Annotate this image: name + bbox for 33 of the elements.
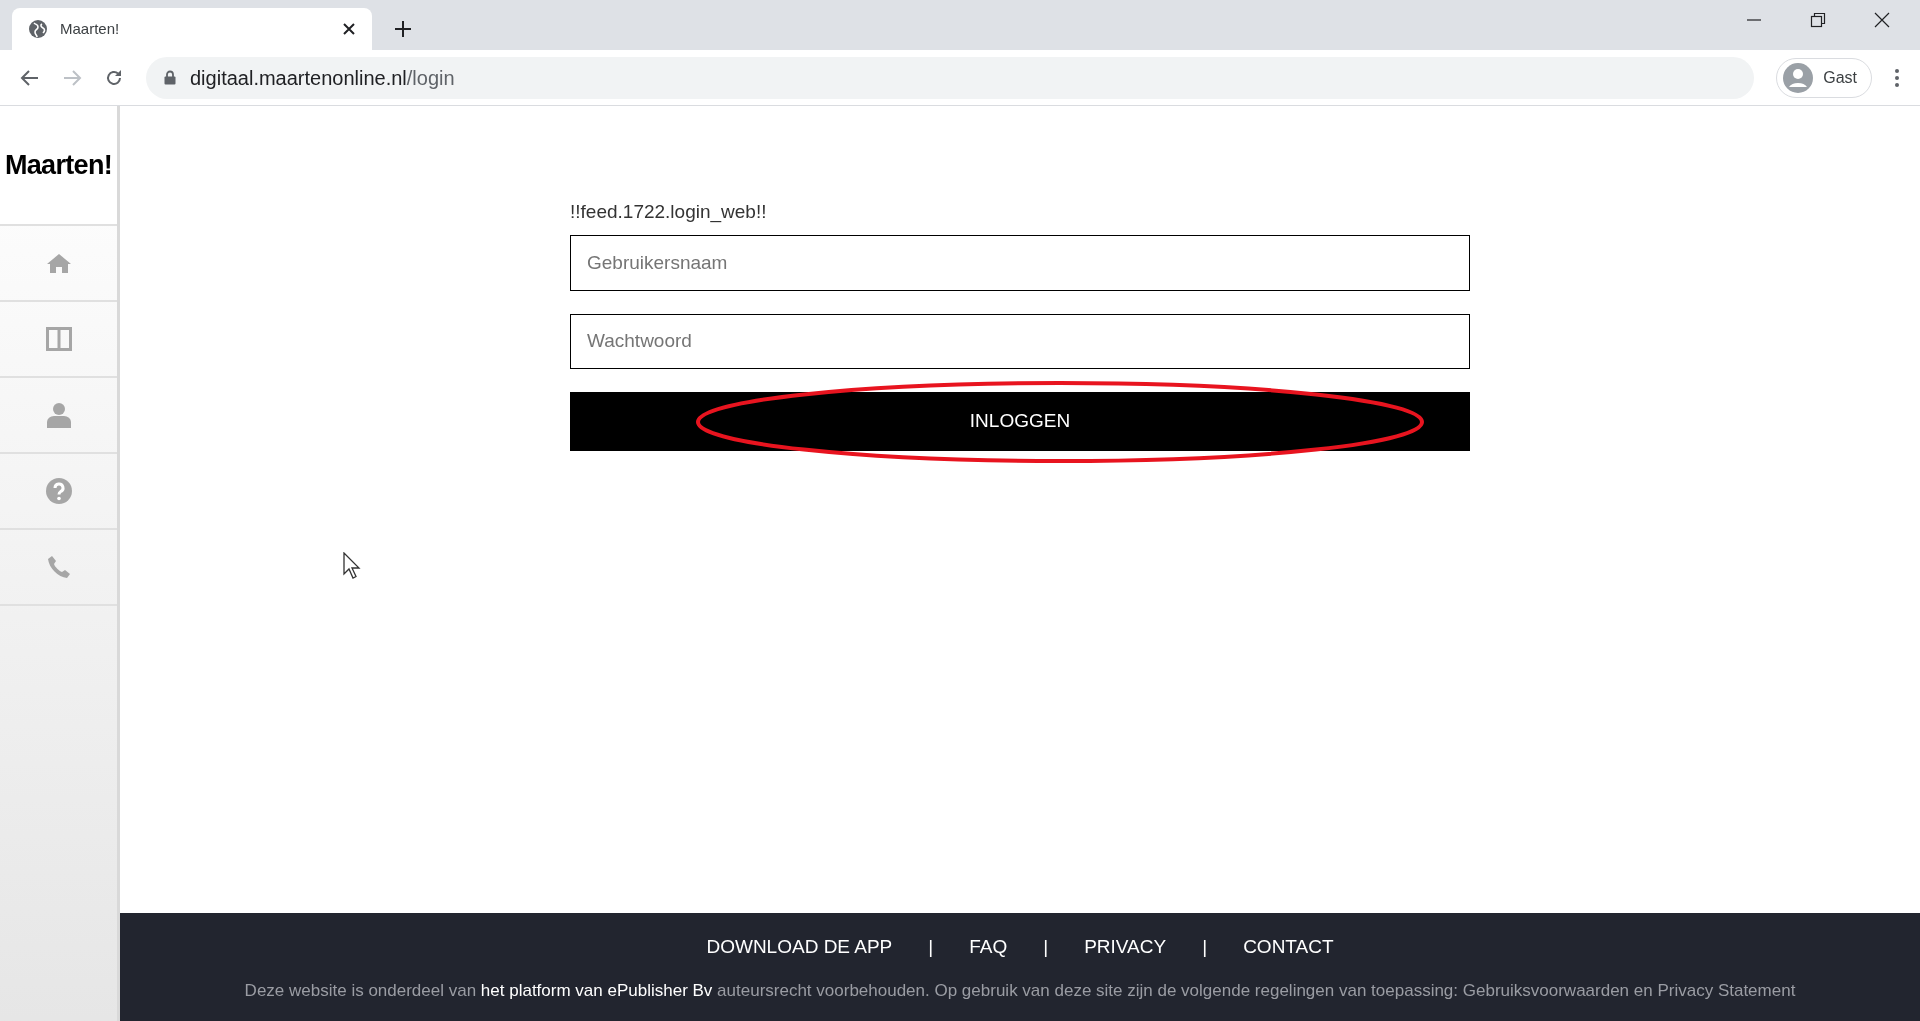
form-heading: !!feed.1722.login_web!!	[570, 200, 768, 225]
password-field[interactable]: Wachtwoord	[570, 313, 1470, 369]
new-tab-icon[interactable]	[394, 20, 412, 38]
home-icon	[45, 252, 72, 274]
link-separator: |	[1202, 935, 1208, 959]
phone-icon	[46, 555, 71, 579]
avatar-icon	[1783, 62, 1814, 93]
lock-icon	[164, 70, 176, 85]
url-text: digitaal.maartenonline.nl/login	[190, 65, 455, 91]
tab-title: Maarten!	[60, 18, 121, 39]
link-separator: |	[1043, 935, 1049, 959]
platform-link[interactable]: het platform van ePublisher Bv	[480, 980, 713, 1000]
user-icon	[46, 402, 71, 428]
menu-icon[interactable]	[1894, 67, 1900, 88]
close-icon[interactable]	[342, 22, 356, 36]
link-separator: |	[928, 935, 934, 959]
mouse-cursor-icon	[343, 552, 363, 580]
copyright-notice: Deze website is onderdeel van het platform van ePublisher Bv auteursrecht voorbehouden. Op gebruik van deze site zijn de volgende regelingen van toepassing: Gebruiksvoorwaarden en Privacy Statement	[244, 979, 1796, 1002]
logo-text[interactable]: Maarten!	[4, 144, 113, 186]
login-button[interactable]: INLOGGEN	[570, 391, 1470, 451]
footer-link[interactable]: CONTACT	[1243, 933, 1334, 962]
address-bar[interactable]: digitaal.maartenonline.nl/login	[146, 56, 1755, 99]
footer-link[interactable]: PRIVACY	[1084, 933, 1167, 962]
columns-icon	[45, 327, 72, 351]
footer-link[interactable]: DOWNLOAD DE APP	[706, 933, 893, 962]
question-icon	[45, 478, 72, 504]
footer-link[interactable]: FAQ	[969, 933, 1008, 962]
username-field[interactable]: Gebruikersnaam	[570, 234, 1470, 291]
close-icon[interactable]	[1874, 12, 1890, 28]
back-arrow-icon[interactable]	[20, 67, 40, 88]
browser-tab[interactable]: Maarten!	[12, 8, 372, 50]
restore-icon[interactable]	[1810, 12, 1826, 28]
globe-icon	[28, 19, 48, 39]
